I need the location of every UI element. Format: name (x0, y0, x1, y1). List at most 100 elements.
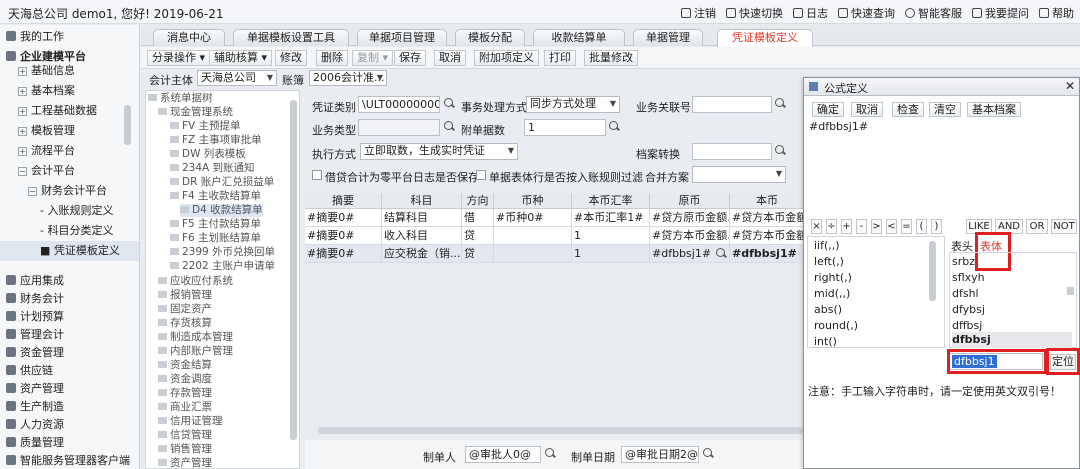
quick-search-link[interactable]: 快速查询 (838, 5, 895, 21)
tree-node[interactable]: 制造成本管理 (158, 331, 233, 344)
maker-input[interactable]: @审批人0@ (465, 446, 541, 463)
grid-cell[interactable]: 贷 (462, 227, 494, 245)
search-icon[interactable] (442, 97, 456, 111)
grid-cell[interactable]: 借 (462, 209, 494, 227)
tree-scrollbar[interactable] (290, 100, 297, 440)
sidebar-item-budget[interactable]: 计划预算 (0, 307, 139, 327)
tree-node[interactable]: 系统单据树 (148, 92, 213, 105)
make-date-input[interactable]: @审批日期2@ (621, 446, 699, 463)
operator-button[interactable]: ) (931, 219, 942, 234)
sidebar-item-financial-platform[interactable]: − 财务会计平台 (0, 181, 139, 201)
tree-node[interactable]: 资金结算 (158, 359, 212, 372)
help-link[interactable]: 帮助 (1039, 5, 1074, 21)
voucher-type-input[interactable]: \ULT000000001") (358, 96, 440, 113)
grid-cell[interactable]: #贷方本币金额... (650, 227, 730, 245)
grid-cell[interactable]: #摘要0# (305, 209, 382, 227)
entity-select[interactable]: 天海总公司 ▼ (197, 70, 277, 86)
support-link[interactable]: 智能客服 (905, 5, 962, 21)
search-icon[interactable] (701, 447, 715, 461)
function-item[interactable]: left(,) (814, 254, 844, 270)
grid-cell[interactable]: 收入科目 (382, 227, 462, 245)
function-item[interactable]: round(,) (814, 318, 858, 334)
tree-node[interactable]: 销售管理 (158, 443, 212, 456)
operator-button[interactable]: < (886, 219, 897, 234)
sidebar-item-my-work[interactable]: 我的工作 (0, 27, 139, 47)
sidebar-item-basic-archive[interactable]: + 基本档案 (0, 81, 139, 101)
tree-node[interactable]: DW 列表模板 (170, 148, 246, 161)
entry-operation-button[interactable]: 分录操作 ▾ (147, 50, 211, 66)
tree-node[interactable]: FZ 主事项审批单 (170, 134, 262, 147)
grid-cell[interactable]: #本币汇率1# (572, 209, 650, 227)
grid-cell[interactable]: 结算科目 (382, 209, 462, 227)
aux-accounting-button[interactable]: 辅助核算 ▾ (209, 50, 273, 66)
sidebar-item-manufacturing[interactable]: 生产制造 (0, 397, 139, 417)
biz-type-input[interactable] (358, 119, 440, 136)
sidebar-item-posting-rules[interactable]: - 入账规则定义 (0, 201, 139, 221)
grid-cell[interactable]: #摘要0# (305, 245, 382, 263)
tree-node[interactable]: 2399 外币兑换回单 (170, 246, 275, 259)
sidebar-item-voucher-template[interactable]: ■ 凭证模板定义 (0, 241, 139, 261)
sidebar-item-app-integration[interactable]: 应用集成 (0, 271, 139, 291)
field-item[interactable]: dfybsj (952, 302, 1062, 318)
sidebar-item-management-accounting[interactable]: 管理会计 (0, 325, 139, 345)
tab-voucher-template[interactable]: 凭证模板定义 (717, 29, 813, 47)
sidebar-item-quality[interactable]: 质量管理 (0, 433, 139, 453)
function-item[interactable]: abs() (814, 302, 842, 318)
tree-node[interactable]: 存货核算 (158, 317, 212, 330)
sidebar-item-smart-service[interactable]: 智能服务管理器客户端 (0, 451, 139, 469)
sidebar-item-supply-chain[interactable]: 供应链 (0, 361, 139, 381)
function-item[interactable]: mid(,,) (814, 286, 850, 302)
basic-archive-button[interactable]: 基本档案 (967, 102, 1021, 117)
tree-node[interactable]: 应收应付系统 (158, 275, 233, 288)
tab-template-assign[interactable]: 模板分配 (455, 29, 525, 46)
tree-node[interactable]: 234A 到账通知 (170, 162, 255, 175)
field-item-selected[interactable]: dfbbsj (952, 332, 1072, 348)
grid-horizontal-scrollbar[interactable] (318, 427, 803, 434)
extra-item-button[interactable]: 附加项定义 (474, 50, 539, 66)
tree-node[interactable]: 固定资产 (158, 303, 212, 316)
function-item[interactable]: int() (814, 334, 837, 350)
field-item[interactable]: sflxyh (952, 270, 1062, 286)
tree-node[interactable]: 2202 主账户申请单 (170, 260, 275, 273)
sidebar-item-financial-accounting[interactable]: 财务会计 (0, 289, 139, 309)
grid-cell[interactable]: 贷 (462, 245, 494, 263)
function-item[interactable]: right(,) (814, 270, 852, 286)
grid-cell[interactable]: #dfbbsj1# (730, 245, 805, 263)
tree-node[interactable]: 现金管理系统 (158, 106, 233, 119)
sidebar-item-process-platform[interactable]: + 流程平台 (0, 141, 139, 161)
search-icon[interactable] (607, 120, 621, 134)
tree-node[interactable]: F5 主付款结算单 (170, 218, 261, 231)
tree-node[interactable]: FV 主预提单 (170, 120, 241, 133)
row-filter-checkbox[interactable] (476, 170, 486, 180)
cancel-button[interactable]: 取消 (851, 102, 883, 117)
or-button[interactable]: OR (1026, 219, 1048, 234)
archive-convert-input[interactable] (692, 143, 772, 160)
tree-node[interactable]: 存款管理 (158, 387, 212, 400)
logout-link[interactable]: 注销 (681, 5, 716, 21)
operator-button[interactable]: × (811, 219, 822, 234)
search-icon[interactable] (773, 97, 787, 111)
field-item[interactable]: dfshl (952, 286, 1062, 302)
tab-receipt-settlement[interactable]: 收款结算单 (533, 29, 625, 46)
process-mode-select[interactable]: 同步方式处理 ▼ (526, 96, 620, 113)
tab-message-center[interactable]: 消息中心 (153, 29, 225, 46)
delete-button[interactable]: 删除 (316, 50, 348, 66)
operator-button[interactable]: ( (916, 219, 927, 234)
tree-node[interactable]: F4 主收款结算单 (170, 190, 261, 203)
sidebar-item-fund-mgmt[interactable]: 资金管理 (0, 343, 139, 363)
attach-count-input[interactable]: 1 (524, 119, 606, 136)
biz-link-input[interactable] (692, 96, 772, 113)
grid-cell[interactable]: #贷方本币金额... (730, 209, 805, 227)
grid-cell[interactable]: #贷方本币金额... (730, 227, 805, 245)
tab-template-tool[interactable]: 单据模板设置工具 (233, 29, 349, 46)
search-icon[interactable] (442, 120, 456, 134)
tab-item-mgmt[interactable]: 单据项目管理 (357, 29, 447, 46)
tree-node[interactable]: 商业汇票 (158, 401, 212, 414)
sidebar-item-basic-info[interactable]: + 基础信息 (0, 61, 139, 81)
zero-sum-log-checkbox[interactable] (312, 170, 322, 180)
sidebar-item-accounting-platform[interactable]: − 会计平台 (0, 161, 139, 181)
function-list-scrollbar[interactable] (929, 241, 936, 301)
grid-cell[interactable]: #贷方原币金额... (650, 209, 730, 227)
formula-editor[interactable]: #dfbbsj1# (809, 120, 1074, 212)
tree-node[interactable]: 资产管理 (158, 457, 212, 468)
